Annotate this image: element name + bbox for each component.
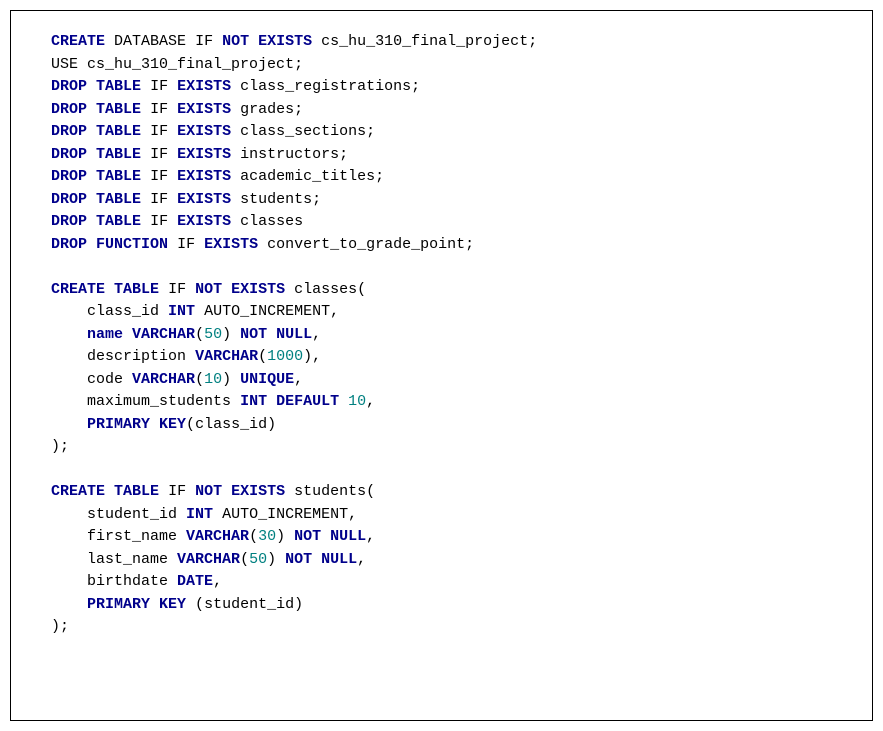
kw-exists: EXISTS xyxy=(177,213,231,230)
not-null: NOT NULL xyxy=(285,551,357,568)
kw-exists: EXISTS xyxy=(258,33,312,50)
kw-drop: DROP xyxy=(51,236,87,253)
ty-date: DATE xyxy=(177,573,213,590)
db-name: cs_hu_310_final_project xyxy=(321,33,528,50)
use-db: cs_hu_310_final_project xyxy=(87,56,294,73)
kw-exists: EXISTS xyxy=(177,191,231,208)
kw-drop: DROP xyxy=(51,101,87,118)
ty-int: INT xyxy=(240,393,267,410)
col-code: code xyxy=(87,371,123,388)
drop-function: convert_to_grade_point xyxy=(267,236,465,253)
kw-table: TABLE xyxy=(96,123,141,140)
num-30: 30 xyxy=(258,528,276,545)
kw-create: CREATE xyxy=(51,483,105,500)
drop-table-3: instructors xyxy=(240,146,339,163)
ty-int: INT xyxy=(168,303,195,320)
drop-table-5: students xyxy=(240,191,312,208)
ty-varchar: VARCHAR xyxy=(177,551,240,568)
kw-drop: DROP xyxy=(51,213,87,230)
kw-table: TABLE xyxy=(114,483,159,500)
kw-if: IF xyxy=(150,101,168,118)
kw-exists: EXISTS xyxy=(177,146,231,163)
default: DEFAULT xyxy=(276,393,339,410)
kw-table: TABLE xyxy=(96,191,141,208)
kw-drop: DROP xyxy=(51,168,87,185)
kw-if: IF xyxy=(150,213,168,230)
classes-table: classes xyxy=(294,281,357,298)
ty-varchar: VARCHAR xyxy=(195,348,258,365)
kw-if: IF xyxy=(168,281,186,298)
sql-code-block: CREATE DATABASE IF NOT EXISTS cs_hu_310_… xyxy=(10,10,873,721)
num-50b: 50 xyxy=(249,551,267,568)
kw-function: FUNCTION xyxy=(96,236,168,253)
pk-students: student_id xyxy=(204,596,294,613)
auto-increment: AUTO_INCREMENT xyxy=(204,303,330,320)
kw-table: TABLE xyxy=(96,78,141,95)
kw-table: TABLE xyxy=(96,101,141,118)
kw-if: IF xyxy=(177,236,195,253)
kw-create: CREATE xyxy=(51,281,105,298)
unique: UNIQUE xyxy=(240,371,294,388)
primary-key: PRIMARY KEY xyxy=(87,416,186,433)
not-null: NOT NULL xyxy=(240,326,312,343)
kw-if: IF xyxy=(150,123,168,140)
kw-table: TABLE xyxy=(96,213,141,230)
kw-drop: DROP xyxy=(51,123,87,140)
ty-int: INT xyxy=(186,506,213,523)
col-description: description xyxy=(87,348,186,365)
ty-varchar: VARCHAR xyxy=(186,528,249,545)
col-first-name: first_name xyxy=(87,528,177,545)
kw-if: IF xyxy=(150,168,168,185)
kw-exists: EXISTS xyxy=(177,78,231,95)
kw-not: NOT xyxy=(195,483,222,500)
students-table: students xyxy=(294,483,366,500)
drop-table-4: academic_titles xyxy=(240,168,375,185)
col-last-name: last_name xyxy=(87,551,168,568)
kw-if: IF xyxy=(150,146,168,163)
drop-table-2: class_sections xyxy=(240,123,366,140)
kw-create: CREATE xyxy=(51,33,105,50)
auto-increment: AUTO_INCREMENT xyxy=(222,506,348,523)
not-null: NOT NULL xyxy=(294,528,366,545)
kw-database: DATABASE xyxy=(114,33,186,50)
num-10b: 10 xyxy=(348,393,366,410)
kw-table: TABLE xyxy=(96,146,141,163)
kw-drop: DROP xyxy=(51,146,87,163)
col-max-students: maximum_students xyxy=(87,393,231,410)
ty-varchar: VARCHAR xyxy=(132,326,195,343)
kw-if: IF xyxy=(150,191,168,208)
kw-if: IF xyxy=(150,78,168,95)
drop-table-6: classes xyxy=(240,213,303,230)
num-50: 50 xyxy=(204,326,222,343)
drop-table-0: class_registrations xyxy=(240,78,411,95)
pk-classes: class_id xyxy=(195,416,267,433)
kw-use: USE xyxy=(51,56,78,73)
kw-drop: DROP xyxy=(51,78,87,95)
kw-exists: EXISTS xyxy=(177,101,231,118)
kw-table: TABLE xyxy=(96,168,141,185)
kw-exists: EXISTS xyxy=(231,483,285,500)
col-name: name xyxy=(87,326,123,343)
col-birthdate: birthdate xyxy=(87,573,168,590)
kw-not: NOT xyxy=(222,33,249,50)
kw-exists: EXISTS xyxy=(204,236,258,253)
col-student-id: student_id xyxy=(87,506,177,523)
kw-exists: EXISTS xyxy=(177,123,231,140)
kw-exists: EXISTS xyxy=(231,281,285,298)
num-1000: 1000 xyxy=(267,348,303,365)
kw-if: IF xyxy=(168,483,186,500)
num-10: 10 xyxy=(204,371,222,388)
kw-table: TABLE xyxy=(114,281,159,298)
kw-exists: EXISTS xyxy=(177,168,231,185)
kw-not: NOT xyxy=(195,281,222,298)
col-class-id: class_id xyxy=(87,303,159,320)
drop-table-1: grades xyxy=(240,101,294,118)
kw-if: IF xyxy=(195,33,213,50)
kw-drop: DROP xyxy=(51,191,87,208)
primary-key: PRIMARY KEY xyxy=(87,596,186,613)
ty-varchar: VARCHAR xyxy=(132,371,195,388)
